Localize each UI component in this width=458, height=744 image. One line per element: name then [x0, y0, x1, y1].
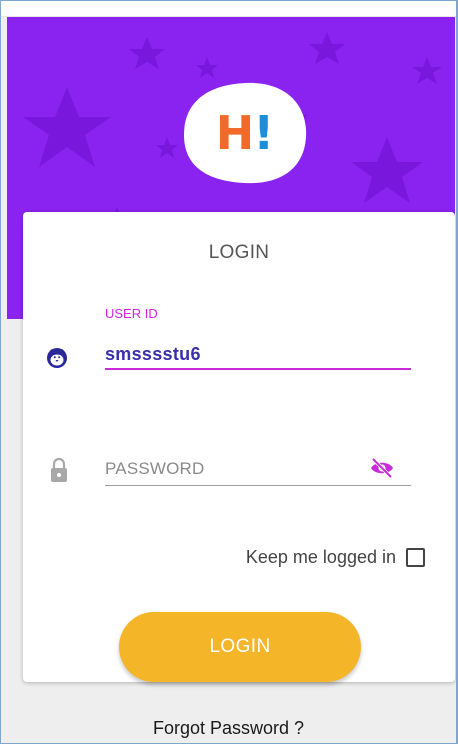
top-strip [1, 1, 456, 17]
card-title: LOGIN [208, 242, 270, 263]
user-id-input[interactable] [105, 340, 411, 370]
penguin-avatar-icon [47, 348, 67, 368]
keep-logged-in-checkbox[interactable] [406, 548, 425, 567]
lock-icon [51, 457, 67, 482]
logo-exclamation: ! [253, 106, 275, 160]
eye-off-icon[interactable] [369, 457, 395, 479]
app-frame: H ! LOGIN USER ID smsssstu6 Keep me logg… [0, 0, 458, 744]
password-input[interactable] [105, 452, 411, 486]
forgot-password-link[interactable]: Forgot Password ? [1, 718, 456, 739]
login-button[interactable]: LOGIN [119, 612, 361, 682]
keep-logged-in-row: Keep me logged in [246, 547, 425, 568]
user-id-label: USER ID [105, 306, 158, 321]
keep-logged-in-label: Keep me logged in [245, 547, 396, 567]
hi-logo: H ! [180, 79, 310, 187]
logo-letter: H [215, 106, 254, 160]
